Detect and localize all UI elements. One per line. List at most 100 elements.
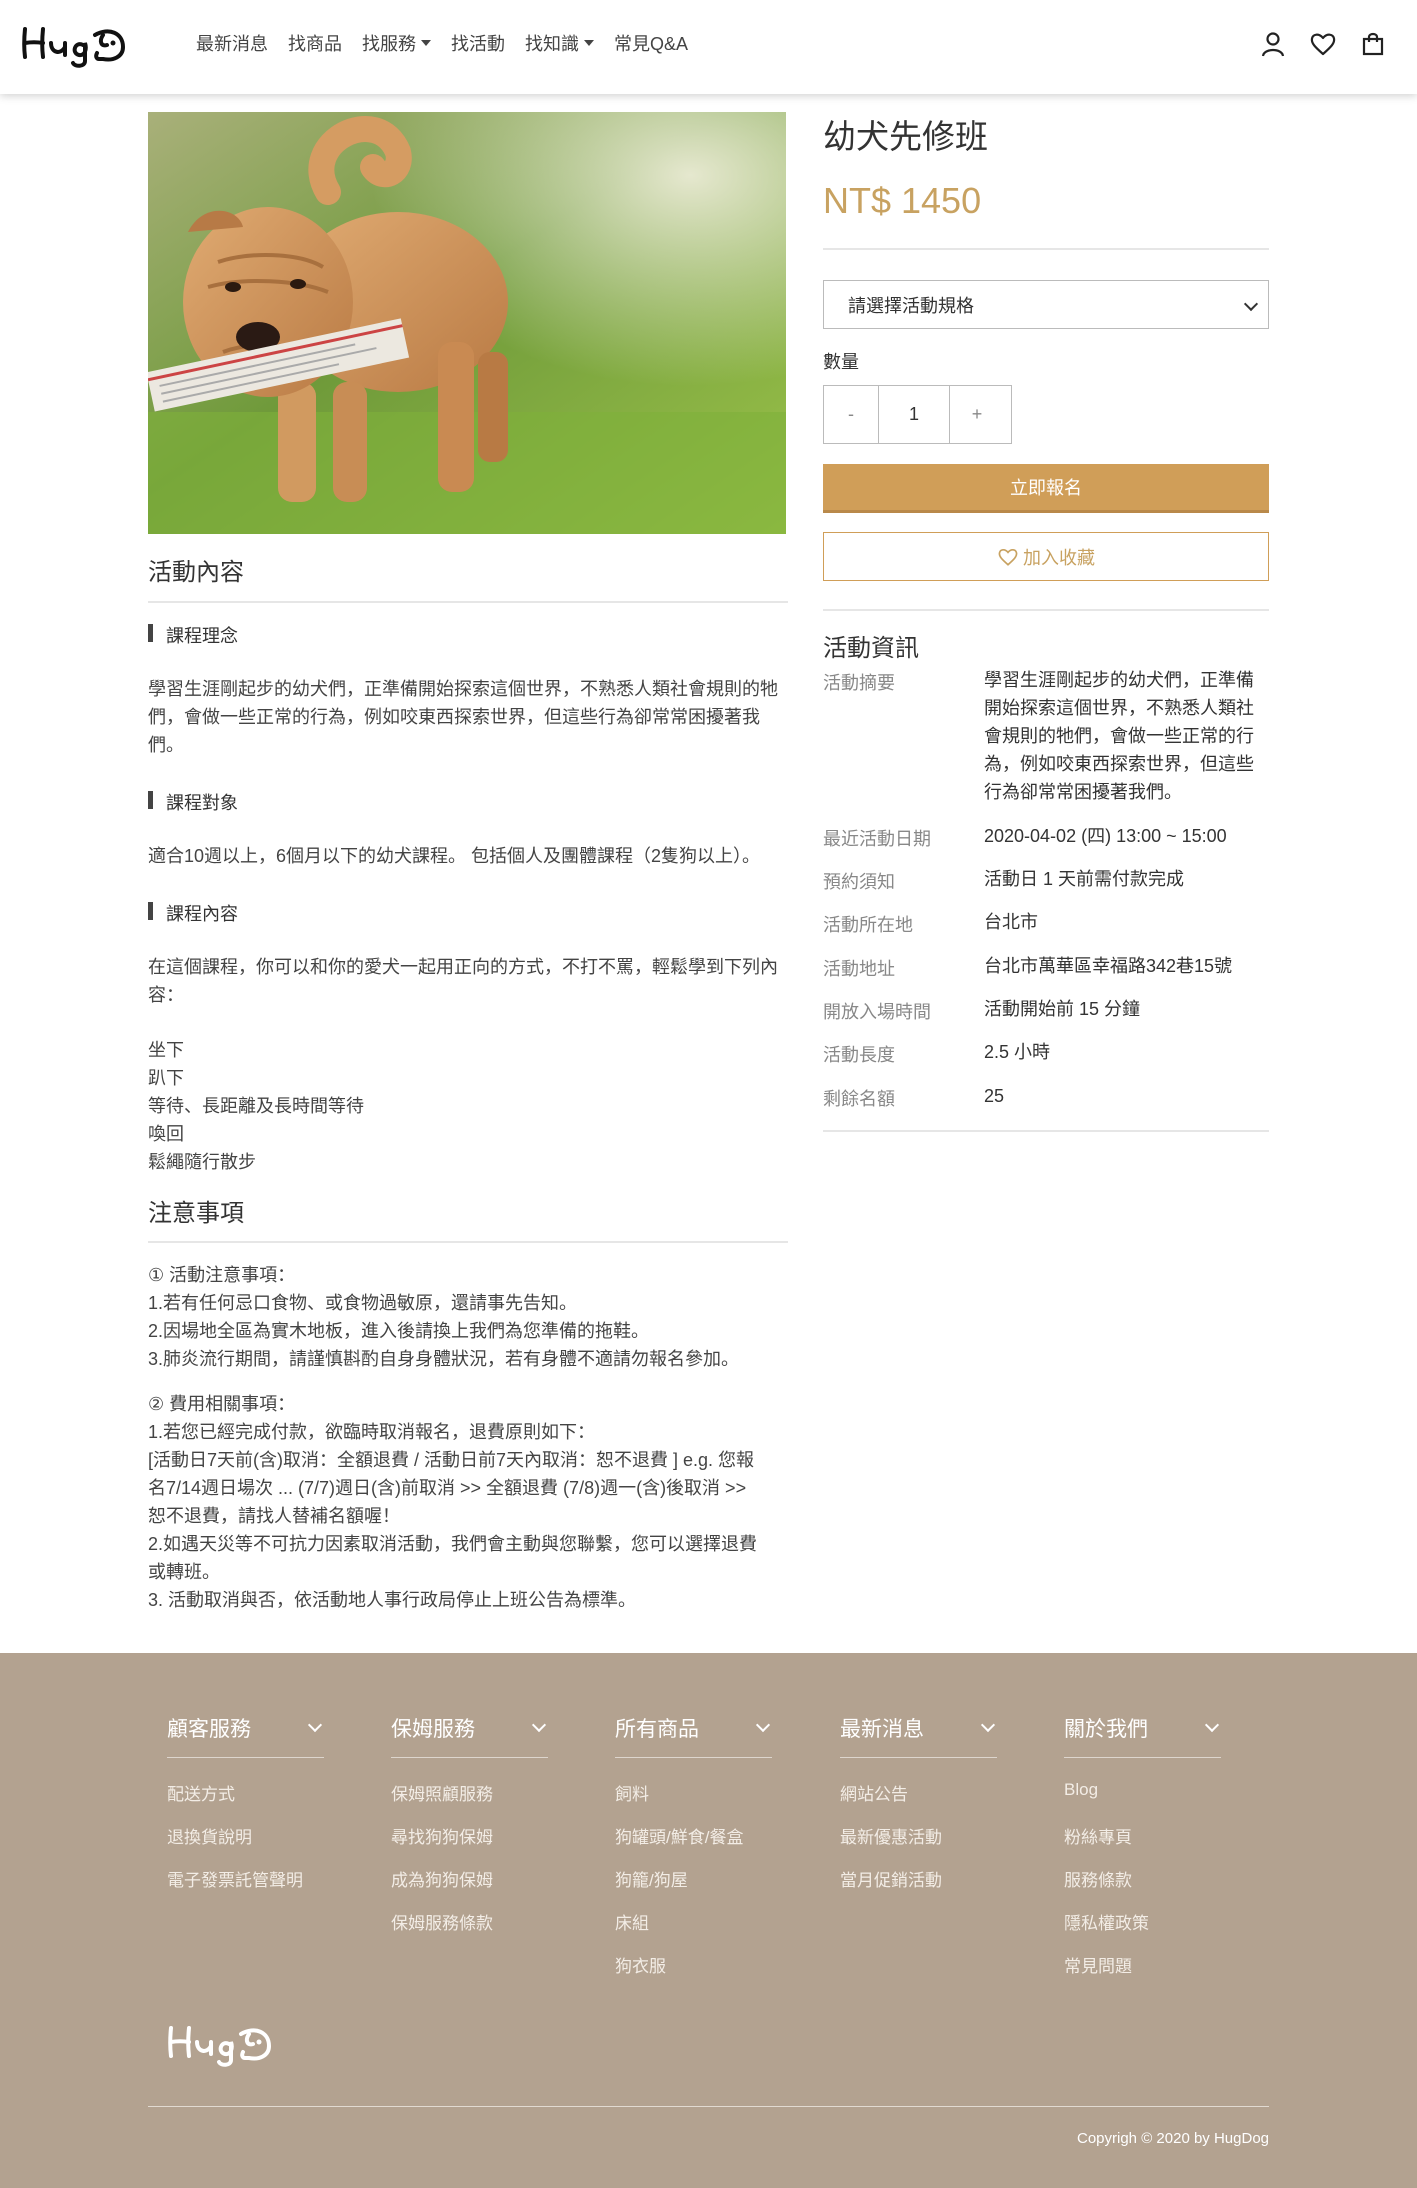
notes-block-2: ② 費用相關事項： 1.若您已經完成付款，欲臨時取消報名，退費原則如下： [活動… xyxy=(148,1394,758,1610)
info-value: 2020-04-02 (四) 13:00 ~ 15:00 xyxy=(984,826,1227,846)
divider xyxy=(823,1130,1269,1132)
footer-column-about: 關於我們 Blog 粉絲專頁 服務條款 隱私權政策 常見問題 xyxy=(1064,1710,1221,1976)
footer-column-customer-service: 顧客服務 配送方式 退換貨說明 電子發票託管聲明 xyxy=(167,1710,324,1890)
course-heading: 課程內容 xyxy=(148,900,238,926)
concept-text: 學習生涯剛起步的幼犬們，正準備開始探索這個世界，不熟悉人類社會規則的牠們，會做一… xyxy=(148,679,778,755)
info-key: 剩餘名額 xyxy=(823,1089,895,1109)
footer-link[interactable]: 成為狗狗保姆 xyxy=(391,1866,548,1890)
footer-link[interactable]: 電子發票託管聲明 xyxy=(167,1866,324,1890)
hugdog-logo[interactable] xyxy=(19,19,131,69)
info-key: 活動地址 xyxy=(823,959,895,979)
footer-link[interactable]: 狗衣服 xyxy=(615,1952,772,1976)
info-value: 台北市 xyxy=(984,912,1038,932)
footer-link[interactable]: Blog xyxy=(1064,1780,1221,1801)
nav-item-knowledge[interactable]: 找知識 xyxy=(525,30,594,56)
footer-link[interactable]: 配送方式 xyxy=(167,1780,324,1804)
info-key-summary: 活動摘要 xyxy=(823,673,895,693)
info-key: 預約須知 xyxy=(823,872,895,892)
chevron-down-icon xyxy=(1243,296,1259,312)
info-value: 台北市萬華區幸福路342巷15號 xyxy=(984,956,1233,976)
target-heading: 課程對象 xyxy=(148,789,238,815)
footer-link[interactable]: 狗罐頭/鮮食/餐盒 xyxy=(615,1823,772,1847)
apply-button[interactable]: 立即報名 xyxy=(823,464,1269,513)
product-price: NT$ 1450 xyxy=(823,180,982,221)
divider xyxy=(823,248,1269,250)
quantity-input[interactable]: 1 xyxy=(878,386,950,443)
nav-item-faq[interactable]: 常見Q&A xyxy=(614,30,688,56)
footer-link[interactable]: 當月促銷活動 xyxy=(840,1866,997,1890)
spec-select[interactable]: 請選擇活動規格 xyxy=(823,280,1269,329)
info-key: 活動所在地 xyxy=(823,915,913,935)
notes-block-1: ① 活動注意事項： 1.若有任何忌口食物、或食物過敏原，還請事先告知。 2.因場… xyxy=(148,1265,740,1369)
footer-column-header[interactable]: 顧客服務 xyxy=(167,1710,324,1758)
chevron-down-icon xyxy=(755,1717,771,1732)
footer-column-header[interactable]: 最新消息 xyxy=(840,1710,997,1758)
product-title: 幼犬先修班 xyxy=(823,118,988,155)
footer-column-news: 最新消息 網站公告 最新優惠活動 當月促銷活動 xyxy=(840,1710,997,1890)
list-item: 喚回 xyxy=(148,1124,184,1144)
footer-link[interactable]: 服務條款 xyxy=(1064,1866,1221,1890)
list-item: 坐下 xyxy=(148,1040,184,1060)
footer-link[interactable]: 最新優惠活動 xyxy=(840,1823,997,1847)
footer-link[interactable]: 保姆照顧服務 xyxy=(391,1780,548,1804)
caret-down-icon xyxy=(421,40,431,46)
list-item: 鬆繩隨行散步 xyxy=(148,1152,256,1172)
footer-link[interactable]: 常見問題 xyxy=(1064,1952,1221,1976)
chevron-down-icon xyxy=(980,1717,996,1732)
footer-link[interactable]: 退換貨說明 xyxy=(167,1823,324,1847)
footer-link[interactable]: 狗籠/狗屋 xyxy=(615,1866,772,1890)
nav-item-services[interactable]: 找服務 xyxy=(362,30,431,56)
footer-link[interactable]: 隱私權政策 xyxy=(1064,1909,1221,1933)
footer-link[interactable]: 保姆服務條款 xyxy=(391,1909,548,1933)
nav-item-events[interactable]: 找活動 xyxy=(451,30,505,56)
info-value: 2.5 小時 xyxy=(984,1042,1051,1062)
footer-column-header[interactable]: 關於我們 xyxy=(1064,1710,1221,1758)
site-header: 最新消息 找商品 找服務 找活動 找知識 常見Q&A xyxy=(0,0,1417,94)
copyright: Copyrigh © 2020 by HugDog xyxy=(1077,2130,1269,2147)
concept-heading: 課程理念 xyxy=(148,622,238,648)
quantity-label: 數量 xyxy=(823,352,859,372)
chevron-down-icon xyxy=(531,1717,547,1732)
add-favorite-button[interactable]: 加入收藏 xyxy=(823,532,1269,581)
quantity-stepper: - 1 + xyxy=(823,385,1012,444)
footer-divider xyxy=(148,2106,1269,2107)
info-key: 活動長度 xyxy=(823,1045,895,1065)
footer-column-header[interactable]: 保姆服務 xyxy=(391,1710,548,1758)
quantity-minus-button[interactable]: - xyxy=(824,386,878,443)
target-text: 適合10週以上，6個月以下的幼犬課程。 包括個人及團體課程（2隻狗以上）。 xyxy=(148,846,761,866)
footer-column-header[interactable]: 所有商品 xyxy=(615,1710,772,1758)
shopping-bag-icon[interactable] xyxy=(1359,30,1387,58)
user-icon[interactable] xyxy=(1259,30,1287,58)
main-nav: 最新消息 找商品 找服務 找活動 找知識 常見Q&A xyxy=(196,30,708,56)
chevron-down-icon xyxy=(1204,1717,1220,1732)
nav-item-news[interactable]: 最新消息 xyxy=(196,30,268,56)
caret-down-icon xyxy=(584,40,594,46)
list-item: 等待、長距離及長時間等待 xyxy=(148,1096,364,1116)
info-key: 最近活動日期 xyxy=(823,829,931,849)
footer-link[interactable]: 粉絲專頁 xyxy=(1064,1823,1221,1847)
footer-link[interactable]: 網站公告 xyxy=(840,1780,997,1804)
divider xyxy=(148,1241,788,1243)
footer-link[interactable]: 床組 xyxy=(615,1909,772,1933)
divider xyxy=(823,609,1269,611)
info-value: 活動開始前 15 分鐘 xyxy=(984,999,1141,1019)
header-icons xyxy=(1259,30,1387,58)
info-key: 開放入場時間 xyxy=(823,1002,931,1022)
info-value: 25 xyxy=(984,1086,1005,1106)
quantity-plus-button[interactable]: + xyxy=(950,386,1004,443)
divider xyxy=(148,601,788,603)
activity-content-title: 活動內容 xyxy=(148,559,244,586)
list-item: 趴下 xyxy=(148,1068,184,1088)
footer-column-products: 所有商品 飼料 狗罐頭/鮮食/餐盒 狗籠/狗屋 床組 狗衣服 xyxy=(615,1710,772,1976)
footer-link[interactable]: 尋找狗狗保姆 xyxy=(391,1823,548,1847)
event-photo xyxy=(148,112,786,534)
nav-item-products[interactable]: 找商品 xyxy=(288,30,342,56)
info-value-summary: 學習生涯剛起步的幼犬們，正準備 開始探索這個世界，不熟悉人類社 會規則的牠們，會… xyxy=(984,670,1254,802)
footer-column-nanny-service: 保姆服務 保姆照顧服務 尋找狗狗保姆 成為狗狗保姆 保姆服務條款 xyxy=(391,1710,548,1933)
course-list: 坐下 趴下 等待、長距離及長時間等待 喚回 鬆繩隨行散步 xyxy=(148,1036,788,1176)
footer-logo[interactable] xyxy=(165,2018,277,2068)
footer-link[interactable]: 飼料 xyxy=(615,1780,772,1804)
notes-title: 注意事項 xyxy=(148,1200,244,1227)
course-text: 在這個課程，你可以和你的愛犬一起用正向的方式，不打不罵，輕鬆學到下列內容： xyxy=(148,957,778,1005)
heart-icon[interactable] xyxy=(1309,30,1337,58)
